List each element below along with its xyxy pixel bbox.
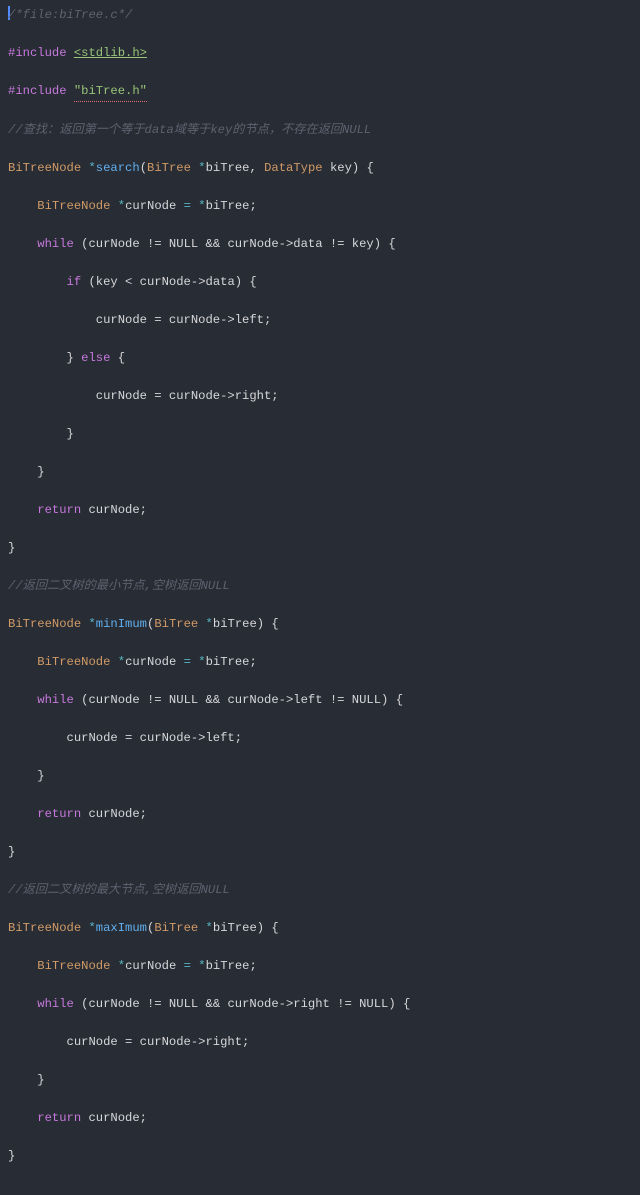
- param-name: biTree: [206, 161, 250, 175]
- include-lib-stdlib: <stdlib.h>: [74, 46, 147, 60]
- while-cond: (curNode != NULL && curNode->right != NU…: [81, 997, 396, 1011]
- brace: }: [8, 541, 15, 555]
- param-type: DataType: [264, 161, 323, 175]
- code-editor[interactable]: /*file:biTree.c*/ #include <stdlib.h> #i…: [0, 0, 640, 1195]
- stmt-assign-right: curNode = curNode->right;: [67, 1035, 250, 1049]
- decl-type: BiTreeNode: [37, 655, 110, 669]
- comment-max: //返回二叉树的最大节点,空树返回NULL: [8, 883, 230, 897]
- decl-src: biTree: [206, 959, 250, 973]
- brace: }: [8, 1149, 15, 1163]
- brace: }: [67, 427, 74, 441]
- if-kw: if: [67, 275, 82, 289]
- while-cond: (curNode != NULL && curNode->left != NUL…: [81, 693, 388, 707]
- brace: {: [271, 921, 278, 935]
- brace: {: [367, 161, 374, 175]
- decl-var: curNode: [125, 655, 176, 669]
- decl-type: BiTreeNode: [37, 199, 110, 213]
- include-lib-bitree: "biTree.h": [74, 82, 147, 102]
- star: *: [206, 921, 213, 935]
- brace: {: [396, 693, 403, 707]
- param-name: biTree: [213, 921, 257, 935]
- param-type: BiTree: [154, 921, 198, 935]
- stmt-assign-right: curNode = curNode->right;: [96, 389, 279, 403]
- op-eq: =: [184, 655, 191, 669]
- brace: }: [67, 351, 82, 365]
- brace: }: [8, 845, 15, 859]
- param-name: key: [330, 161, 352, 175]
- decl-var: curNode: [125, 959, 176, 973]
- brace: {: [388, 237, 395, 251]
- star: *: [206, 617, 213, 631]
- fn-name-min: minImum: [96, 617, 147, 631]
- include-keyword-2: #include: [8, 84, 67, 98]
- param-name: biTree: [213, 617, 257, 631]
- star: *: [88, 617, 95, 631]
- star: *: [118, 199, 125, 213]
- brace: {: [271, 617, 278, 631]
- brace: {: [403, 997, 410, 1011]
- brace: }: [37, 465, 44, 479]
- while-kw: while: [37, 997, 74, 1011]
- brace: }: [37, 1073, 44, 1087]
- fn-name-max: maxImum: [96, 921, 147, 935]
- brace: {: [249, 275, 256, 289]
- brace: }: [37, 769, 44, 783]
- decl-type: BiTreeNode: [37, 959, 110, 973]
- op-eq: =: [184, 959, 191, 973]
- decl-src: biTree: [206, 655, 250, 669]
- comment-min: //返回二叉树的最小节点,空树返回NULL: [8, 579, 230, 593]
- star: *: [118, 959, 125, 973]
- op-eq: =: [184, 199, 191, 213]
- ret-type-min: BiTreeNode: [8, 617, 81, 631]
- param-type: BiTree: [154, 617, 198, 631]
- star: *: [198, 199, 205, 213]
- star: *: [198, 655, 205, 669]
- star: *: [198, 959, 205, 973]
- while-kw: while: [37, 237, 74, 251]
- stmt-assign-left: curNode = curNode->left;: [96, 313, 272, 327]
- star: *: [88, 161, 95, 175]
- comment-file-header: /*file:biTree.c*/: [8, 8, 132, 22]
- decl-src: biTree: [206, 199, 250, 213]
- star: *: [198, 161, 205, 175]
- ret-type-search: BiTreeNode: [8, 161, 81, 175]
- while-cond: (curNode != NULL && curNode->data != key…: [81, 237, 381, 251]
- param-type: BiTree: [147, 161, 191, 175]
- include-keyword-1: #include: [8, 46, 67, 60]
- if-cond: (key < curNode->data): [88, 275, 242, 289]
- while-kw: while: [37, 693, 74, 707]
- star: *: [118, 655, 125, 669]
- comment-search: //查找：返回第一个等于data域等于key的节点，不存在返回NULL: [8, 123, 371, 137]
- else-kw: else: [81, 351, 110, 365]
- star: *: [88, 921, 95, 935]
- ret-type-max: BiTreeNode: [8, 921, 81, 935]
- brace: {: [118, 351, 125, 365]
- decl-var: curNode: [125, 199, 176, 213]
- fn-name-search: search: [96, 161, 140, 175]
- stmt-assign-left: curNode = curNode->left;: [67, 731, 243, 745]
